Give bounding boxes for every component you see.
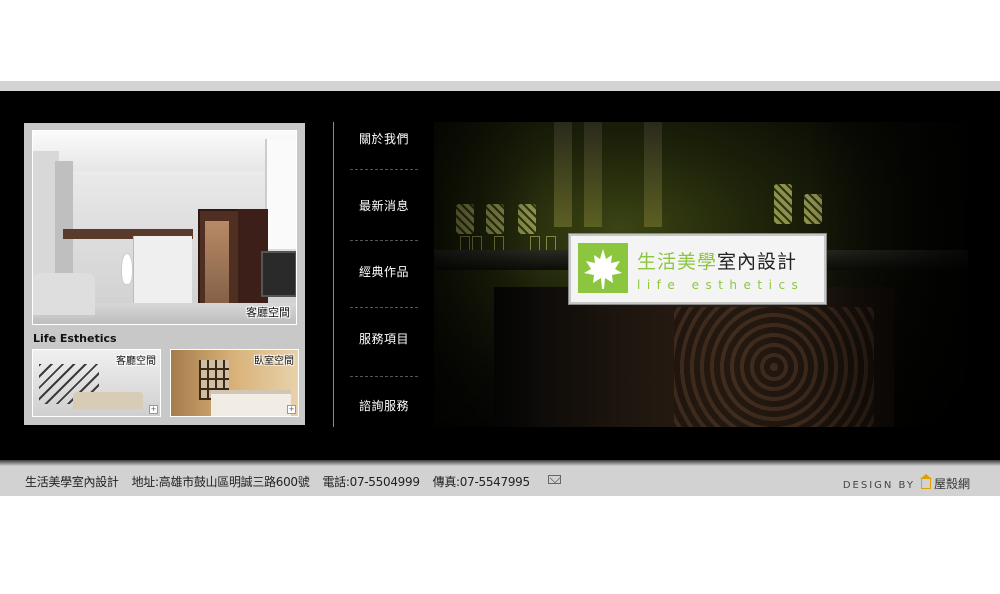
door-glass bbox=[205, 221, 229, 316]
thumbnail-caption: 臥室空間 bbox=[254, 356, 294, 367]
tv bbox=[261, 251, 296, 297]
vase bbox=[121, 253, 133, 285]
brand-logo: 生活美學室內設計 life esthetics bbox=[569, 234, 826, 304]
fax: 傳真:07-5547995 bbox=[432, 475, 530, 489]
thumbnail-living-room[interactable]: 客廳空間 + bbox=[32, 349, 161, 417]
gallery-brand-label: Life Esthetics bbox=[33, 332, 117, 345]
sofa bbox=[73, 392, 143, 410]
main-photo-caption: 客廳空間 bbox=[246, 306, 290, 319]
footer-bar: 生活美學室內設計 地址:高雄市鼓山區明誠三路600號 電話:07-5504999 傳真… bbox=[0, 466, 1000, 496]
nav-separator bbox=[350, 169, 418, 170]
window bbox=[265, 139, 296, 249]
top-accent-bar bbox=[0, 81, 1000, 91]
nav-item-portfolio[interactable]: 經典作品 bbox=[350, 263, 420, 280]
contact-info: 生活美學室內設計 地址:高雄市鼓山區明誠三路600號 電話:07-5504999 傳真… bbox=[25, 473, 543, 490]
nav-separator bbox=[350, 376, 418, 377]
nav-item-consulting[interactable]: 諮詢服務 bbox=[350, 397, 420, 414]
phone: 電話:07-5504999 bbox=[322, 475, 420, 489]
logo-name-dark: 室內設計 bbox=[717, 251, 798, 273]
photo-gallery: 客廳空間 Life Esthetics 客廳空間 + 臥室空間 + bbox=[24, 123, 305, 425]
logo-chinese-name: 生活美學室內設計 bbox=[637, 247, 797, 274]
main-living-room-photo[interactable]: 客廳空間 bbox=[32, 130, 297, 325]
zoom-icon[interactable]: + bbox=[287, 405, 296, 414]
nav-separator bbox=[350, 307, 418, 308]
mail-icon[interactable] bbox=[548, 475, 561, 484]
zoom-icon[interactable]: + bbox=[149, 405, 158, 414]
credit-brand: 屋殼網 bbox=[933, 477, 970, 491]
nav-item-about[interactable]: 關於我們 bbox=[350, 130, 420, 147]
company-name: 生活美學室內設計 bbox=[25, 475, 119, 489]
vertical-divider bbox=[333, 122, 334, 427]
thumbnail-caption: 客廳空間 bbox=[116, 356, 156, 367]
hero-banner: 生活美學室內設計 life esthetics bbox=[434, 122, 968, 427]
address: 地址:高雄市鼓山區明誠三路600號 bbox=[131, 475, 310, 489]
bed bbox=[211, 390, 291, 416]
maple-leaf-icon bbox=[578, 243, 628, 293]
logo-english-name: life esthetics bbox=[637, 278, 805, 292]
nav-item-news[interactable]: 最新消息 bbox=[350, 197, 420, 214]
logo-name-green: 生活美學 bbox=[637, 251, 718, 273]
thumbnail-bedroom[interactable]: 臥室空間 + bbox=[170, 349, 299, 417]
design-credit[interactable]: DESIGN BY 屋殼網 bbox=[842, 474, 970, 492]
nav-item-services[interactable]: 服務項目 bbox=[350, 330, 420, 347]
house-icon bbox=[919, 474, 932, 489]
credit-prefix: DESIGN BY bbox=[842, 480, 915, 491]
sofa bbox=[33, 273, 95, 318]
nav-separator bbox=[350, 240, 418, 241]
